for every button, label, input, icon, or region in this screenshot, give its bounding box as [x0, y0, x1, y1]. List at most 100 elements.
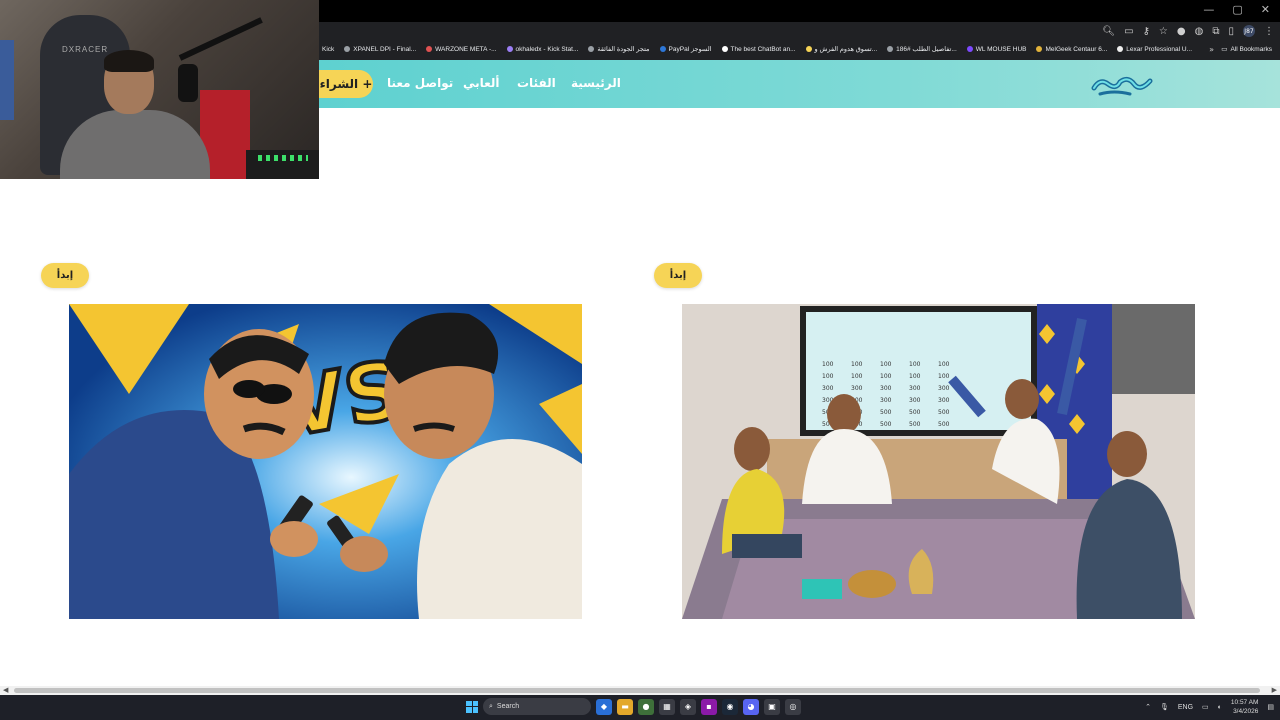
clock-time: 10:57 AM	[1230, 699, 1259, 706]
background-monitor	[0, 40, 14, 120]
svg-text:500: 500	[909, 421, 921, 428]
windows-taskbar: ⌕ Search ◆ ▬ ● ▦ ◈ ▪ ◉ ◕ ▣ ◎ ⌃ 🎙︎ ENG ▭ …	[0, 695, 1280, 720]
bookmark-favicon-icon	[659, 46, 666, 52]
bookmark-item[interactable]: متجر الجودة الفائقة	[588, 45, 650, 53]
app-icon[interactable]: ◎	[785, 698, 801, 715]
extension-icon[interactable]: ●	[1177, 26, 1186, 37]
living-room-illustration: 100 100 100 100 100 100 100 100 100 100 …	[682, 304, 1195, 619]
bookmark-favicon-icon	[506, 46, 513, 52]
copilot-icon[interactable]: ◆	[596, 698, 612, 715]
extension-icon[interactable]: ◍	[1195, 26, 1204, 37]
svg-text:300: 300	[851, 385, 863, 392]
svg-text:500: 500	[938, 421, 950, 428]
scrollbar-thumb[interactable]	[14, 688, 1260, 693]
horizontal-scrollbar[interactable]: ◀ ▶	[0, 686, 1280, 695]
svg-text:100: 100	[909, 361, 921, 368]
vs-illustration: VS	[69, 304, 582, 619]
bookmark-favicon-icon	[1117, 46, 1124, 52]
bookmark-item[interactable]: WARZONE META -...	[426, 45, 497, 53]
app-icon[interactable]: ◈	[680, 698, 696, 715]
svg-text:300: 300	[880, 385, 892, 392]
puzzle-icon[interactable]: ⧉	[1212, 26, 1219, 37]
clock-date: 3/4/2026	[1233, 708, 1259, 715]
webcam-overlay: DXRACER	[0, 0, 319, 179]
bookmark-favicon-icon	[887, 46, 894, 52]
folder-icon: ▭	[1221, 46, 1228, 53]
svg-text:100: 100	[909, 373, 921, 380]
bookmark-item[interactable]: okhaledx - Kick Stat...	[506, 45, 578, 53]
scroll-right-icon[interactable]: ▶	[1272, 686, 1277, 694]
bookmarks-overflow-button[interactable]: »	[1209, 45, 1214, 54]
nav-link-categories[interactable]: الفئات	[517, 76, 556, 90]
microphone-icon[interactable]: 🎙︎	[1160, 703, 1169, 711]
svg-text:100: 100	[851, 361, 863, 368]
svg-text:300: 300	[909, 385, 921, 392]
svg-text:100: 100	[938, 373, 950, 380]
bookmark-item[interactable]: XPANEL DPI - Final...	[344, 45, 416, 53]
chrome-icon[interactable]: ●	[638, 698, 654, 715]
profile-avatar[interactable]: J87	[1243, 25, 1255, 37]
buy-button[interactable]: الشراء +	[319, 70, 373, 98]
bookmark-favicon-icon	[721, 46, 728, 52]
chevron-up-icon[interactable]: ⌃	[1145, 703, 1151, 711]
steam-icon[interactable]: ◉	[722, 698, 738, 715]
star-icon[interactable]: ☆	[1159, 26, 1168, 37]
bookmark-item[interactable]: Kick	[322, 45, 334, 53]
toolbar-icons: 🔍︎ ▭ ⚷ ☆ ● ◍ ⧉ ▯ J87 ⋮	[1102, 25, 1274, 37]
svg-text:300: 300	[938, 385, 950, 392]
minimize-icon[interactable]: —	[1203, 3, 1214, 16]
svg-text:500: 500	[909, 409, 921, 416]
svg-text:100: 100	[880, 361, 892, 368]
svg-text:500: 500	[880, 409, 892, 416]
bookmark-favicon-icon	[588, 46, 595, 52]
bookmark-item[interactable]: WL MOUSE HUB	[966, 45, 1026, 53]
game-card-image-living-room[interactable]: 100 100 100 100 100 100 100 100 100 100 …	[682, 304, 1195, 619]
nav-link-my-games[interactable]: ألعابي	[463, 76, 500, 90]
volume-icon[interactable]: ◐	[1218, 704, 1222, 711]
password-icon[interactable]: ⚷	[1143, 26, 1150, 37]
close-icon[interactable]: ✕	[1261, 3, 1270, 16]
streaming-app-icon[interactable]: ▪	[701, 698, 717, 715]
mixer-lights	[258, 155, 308, 161]
notifications-icon[interactable]: ▤	[1267, 703, 1274, 711]
bookmark-item[interactable]: Lexar Professional U...	[1117, 45, 1192, 53]
bookmark-item[interactable]: PayPal السوجز	[659, 45, 712, 53]
language-indicator[interactable]: ENG	[1178, 704, 1193, 711]
bookmark-favicon-icon	[805, 46, 812, 52]
start-button[interactable]: إبدأ	[41, 263, 89, 288]
system-tray: ⌃ 🎙︎ ENG ▭ ◐ 10:57 AM 3/4/2026 ▤	[1145, 698, 1274, 716]
site-logo[interactable]	[1090, 72, 1154, 98]
calculator-icon[interactable]: ▦	[659, 698, 675, 715]
bookmark-favicon-icon	[426, 46, 433, 52]
bookmark-item[interactable]: تفاصيل الطلب #186...	[887, 45, 957, 53]
svg-text:100: 100	[822, 361, 834, 368]
start-button[interactable]: إبدأ	[654, 263, 702, 288]
network-icon[interactable]: ▭	[1202, 703, 1209, 711]
bookmark-item[interactable]: The best ChatBot an...	[721, 45, 796, 53]
window-controls: — ▢ ✕	[1203, 3, 1270, 16]
svg-text:300: 300	[880, 397, 892, 404]
nav-link-contact[interactable]: تواصل معنا	[387, 76, 453, 90]
clock[interactable]: 10:57 AM 3/4/2026	[1231, 698, 1258, 716]
all-bookmarks-button[interactable]: ▭ All Bookmarks	[1221, 45, 1272, 54]
maximize-icon[interactable]: ▢	[1232, 3, 1242, 16]
bookmark-favicon-icon	[344, 46, 351, 52]
bookmark-item[interactable]: MelGeek Centaur 6...	[1036, 45, 1107, 53]
svg-text:100: 100	[880, 373, 892, 380]
taskbar-search[interactable]: ⌕ Search	[483, 698, 591, 715]
app-icon[interactable]: ▣	[764, 698, 780, 715]
svg-text:500: 500	[880, 421, 892, 428]
person-hair	[104, 50, 154, 72]
game-card-image-vs[interactable]: VS	[69, 304, 582, 619]
file-explorer-icon[interactable]: ▬	[617, 698, 633, 715]
start-menu-icon[interactable]	[466, 700, 478, 713]
kebab-menu-icon[interactable]: ⋮	[1264, 26, 1274, 37]
discord-icon[interactable]: ◕	[743, 698, 759, 715]
svg-text:300: 300	[822, 385, 834, 392]
cast-icon[interactable]: ▭	[1124, 26, 1133, 37]
nav-link-home[interactable]: الرئيسية	[571, 76, 621, 90]
bookmark-item[interactable]: تسوق هدوم الفرش و...	[805, 45, 877, 53]
sidebar-icon[interactable]: ▯	[1228, 26, 1234, 37]
scroll-left-icon[interactable]: ◀	[3, 686, 8, 694]
zoom-icon[interactable]: 🔍︎	[1102, 26, 1115, 37]
